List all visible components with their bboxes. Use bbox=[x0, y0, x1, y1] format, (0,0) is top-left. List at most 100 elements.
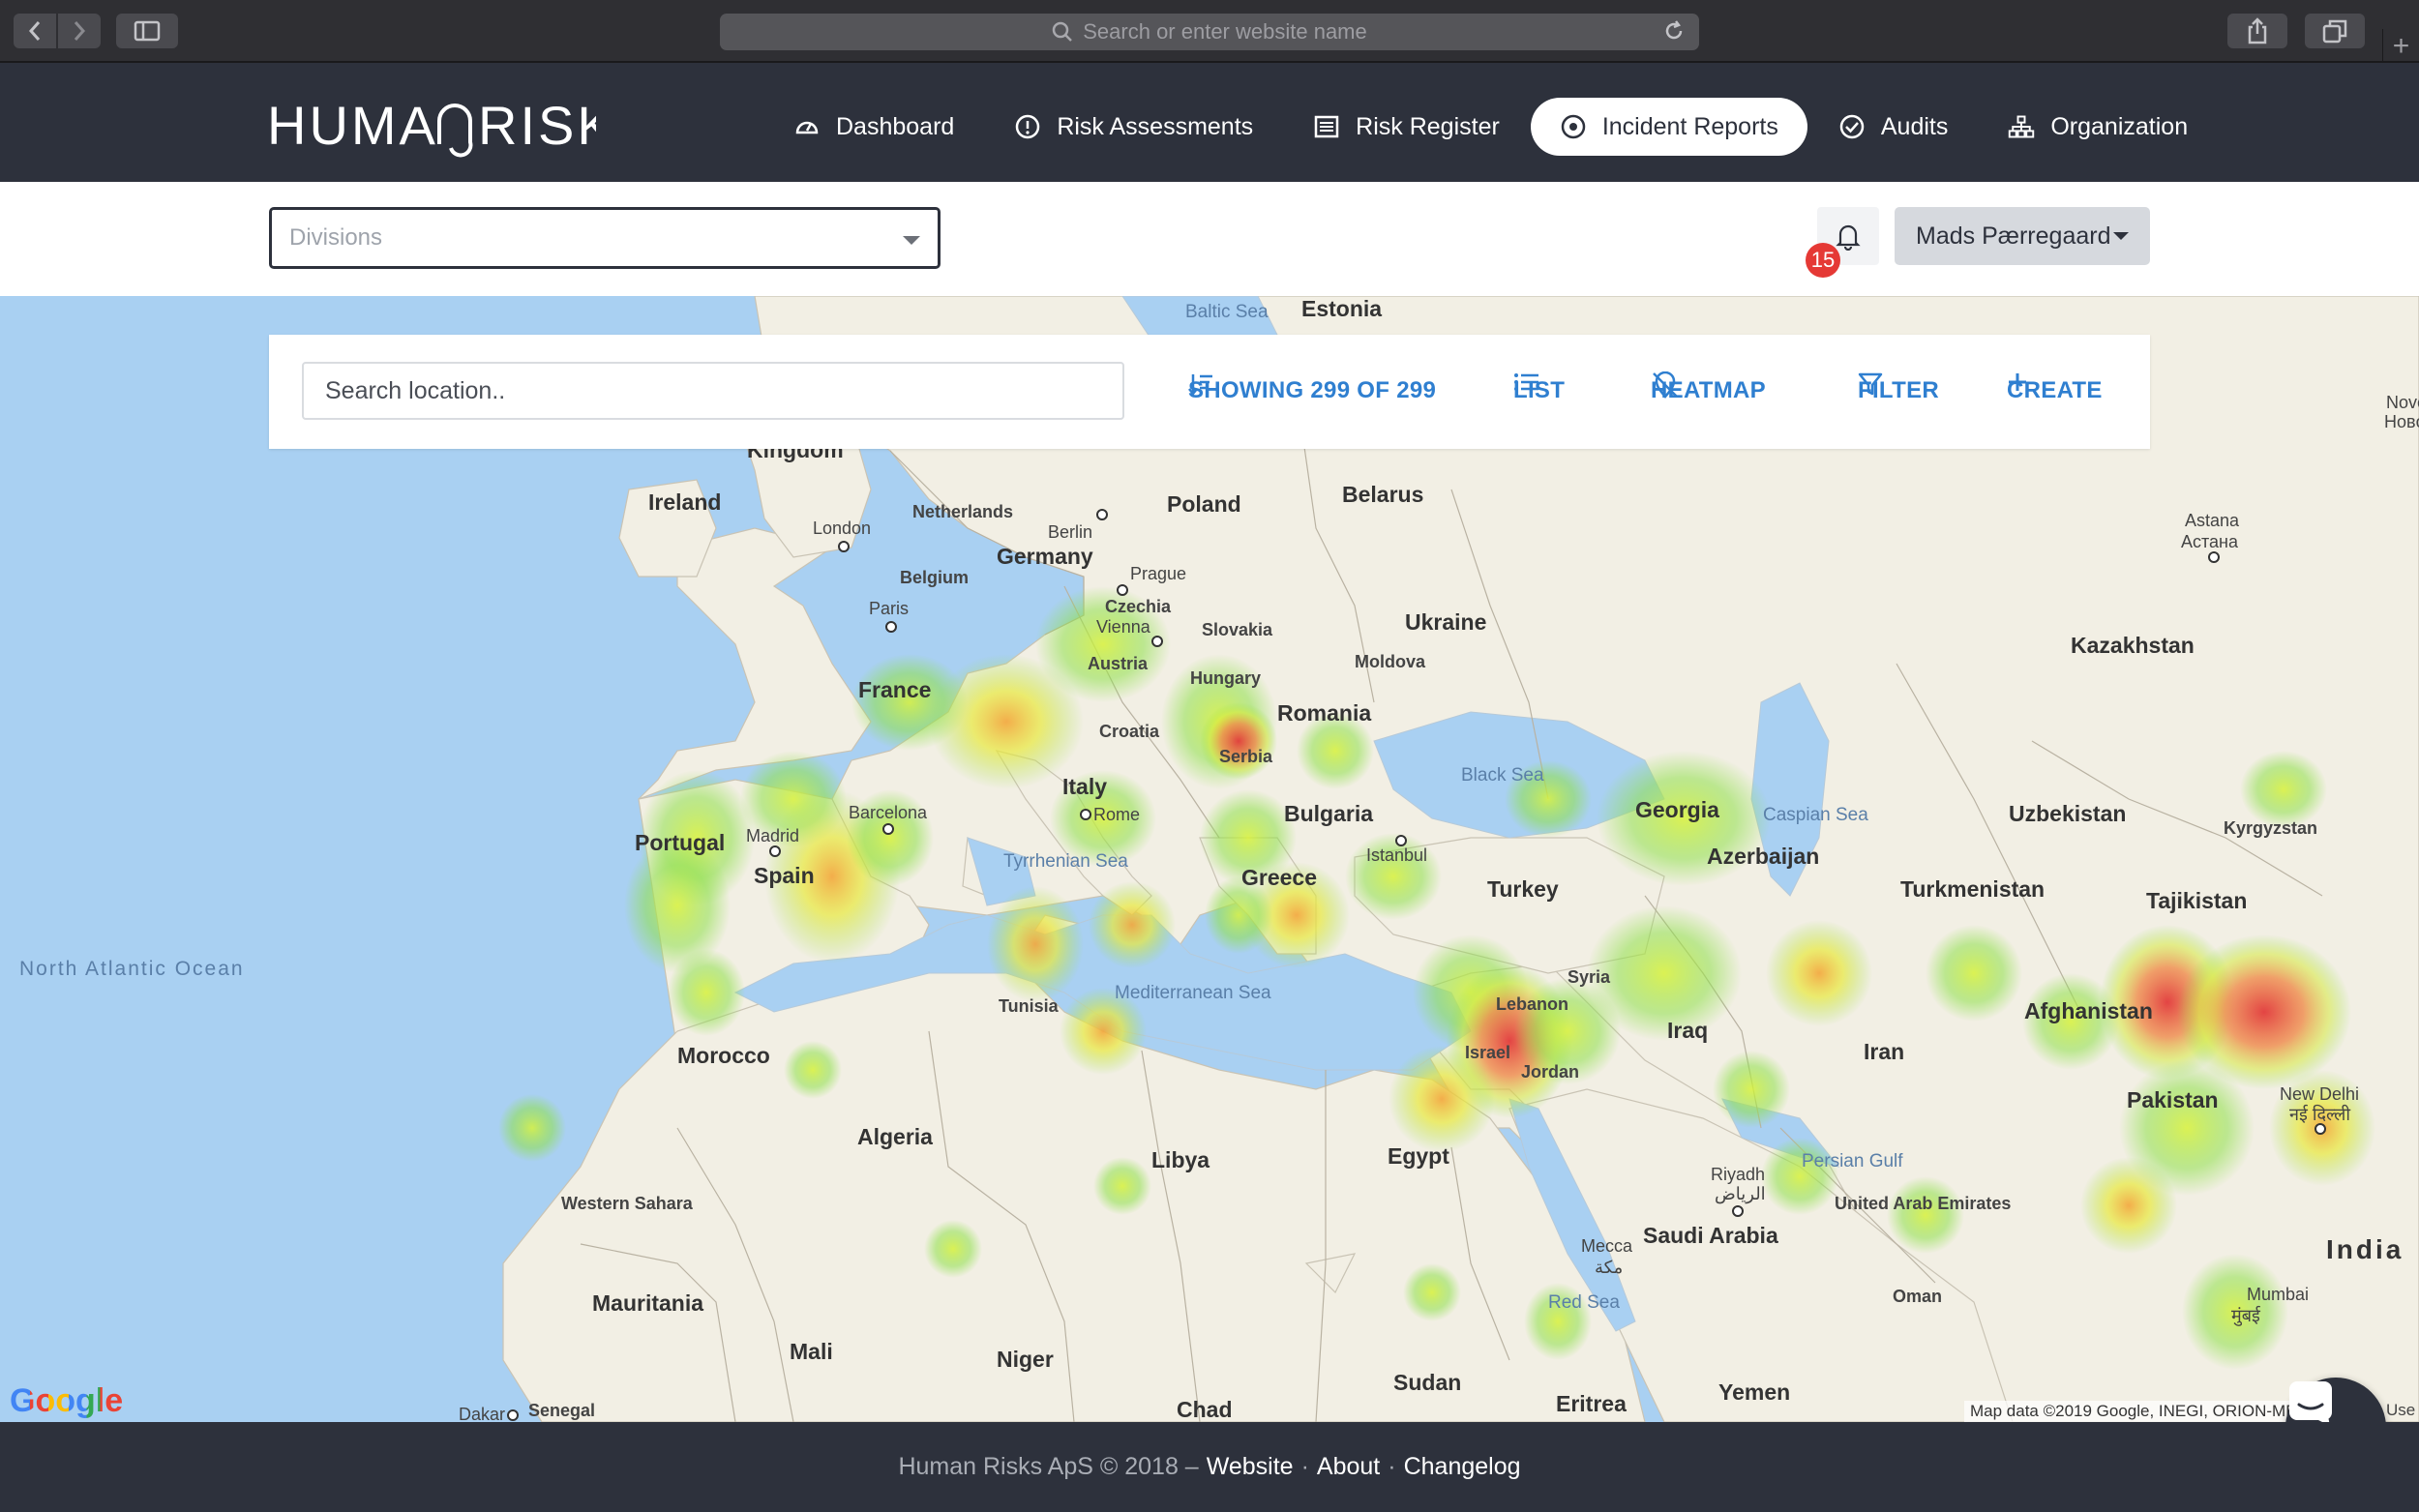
check-circle-icon bbox=[1838, 113, 1866, 140]
nav-dashboard[interactable]: Dashboard bbox=[764, 98, 983, 156]
map-label: Berlin bbox=[1048, 522, 1093, 542]
nav-risk-assessments[interactable]: Risk Assessments bbox=[985, 98, 1282, 156]
map-label: Portugal bbox=[635, 830, 726, 855]
map-label: Jordan bbox=[1521, 1062, 1580, 1082]
map-label: Belarus bbox=[1342, 482, 1424, 507]
map-label: Kazakhstan bbox=[2071, 633, 2195, 658]
nav-audits[interactable]: Audits bbox=[1809, 98, 1977, 156]
map-canvas bbox=[498, 296, 2419, 1422]
map-label: Riyadh bbox=[1711, 1165, 1766, 1184]
map-attribution: Map data ©2019 Google, INEGI, ORION-ME bbox=[1964, 1401, 2303, 1422]
attribution-text: Map data ©2019 Google, INEGI, ORION-ME bbox=[1970, 1402, 2297, 1420]
map-label: North Atlantic Ocean bbox=[19, 958, 245, 980]
map-label: Uzbekistan bbox=[2009, 801, 2127, 826]
map-label: Tunisia bbox=[999, 996, 1059, 1016]
new-tab-icon[interactable]: + bbox=[2382, 29, 2419, 63]
map-label: Ukraine bbox=[1405, 609, 1487, 635]
create-incident-button[interactable]: CREATE bbox=[2007, 371, 2106, 410]
reload-icon[interactable] bbox=[1662, 19, 1686, 43]
map-label: Saudi Arabia bbox=[1643, 1223, 1778, 1248]
address-placeholder: Search or enter website name bbox=[1083, 19, 1367, 44]
map-label: Novo bbox=[2386, 393, 2419, 412]
app-header: HUMA RISKS Dashboard Risk Assessments Ri… bbox=[0, 63, 2419, 182]
map-label: Bulgaria bbox=[1284, 801, 1374, 826]
map-label: Serbia bbox=[1219, 747, 1273, 766]
map-label: Niger bbox=[997, 1347, 1054, 1372]
map-label: Belgium bbox=[900, 568, 970, 587]
sub-header: Divisions 15 Mads Pærregaard bbox=[0, 182, 2419, 296]
map-label: Hungary bbox=[1190, 668, 1262, 688]
main-navigation: Dashboard Risk Assessments Risk Register… bbox=[764, 98, 2219, 156]
nav-label: Incident Reports bbox=[1601, 112, 1778, 140]
map-terms-link[interactable]: Use bbox=[2386, 1401, 2415, 1420]
map-label: Eritrea bbox=[1556, 1391, 1627, 1416]
chevron-left-icon bbox=[28, 21, 41, 41]
map-label: Greece bbox=[1241, 865, 1318, 890]
nav-risk-register[interactable]: Risk Register bbox=[1284, 98, 1529, 156]
heatmap-toggle-button[interactable]: HEATMAP bbox=[1651, 371, 1777, 410]
logo-mark: HUMA RISKS bbox=[267, 95, 652, 158]
map-label: الرياض bbox=[1715, 1184, 1766, 1203]
search-location-input[interactable]: Search location.. bbox=[302, 362, 1124, 420]
browser-back-button[interactable] bbox=[14, 14, 56, 48]
caret-down-icon bbox=[2113, 232, 2129, 240]
map-label: Baltic Sea bbox=[1185, 302, 1269, 322]
map-label: Moldova bbox=[1355, 652, 1426, 671]
map-label: Austria bbox=[1088, 654, 1149, 673]
list-view-button[interactable]: LIST bbox=[1513, 371, 1576, 410]
browser-forward-button[interactable] bbox=[58, 14, 101, 48]
map-label: Mecca bbox=[1581, 1236, 1633, 1256]
browser-address-bar[interactable]: Search or enter website name bbox=[720, 14, 1699, 50]
map-label: Kyrgyzstan bbox=[2224, 818, 2318, 838]
nav-label: Risk Register bbox=[1356, 112, 1500, 140]
map-label: Red Sea bbox=[1548, 1292, 1620, 1313]
footer-website-link[interactable]: Website bbox=[1207, 1453, 1294, 1481]
map-label: Western Sahara bbox=[561, 1194, 693, 1213]
map-label: Tyrrhenian Sea bbox=[1003, 851, 1128, 872]
map-label: Netherlands bbox=[912, 502, 1014, 521]
browser-toolbar: Search or enter website name + bbox=[0, 0, 2419, 63]
browser-sidebar-button[interactable] bbox=[116, 14, 178, 48]
map-label: Afghanistan bbox=[2024, 998, 2153, 1023]
browser-tabs-button[interactable] bbox=[2305, 14, 2365, 48]
map-label: Egypt bbox=[1388, 1143, 1449, 1169]
filter-button[interactable]: FILTER bbox=[1858, 371, 1951, 410]
svg-text:HUMA: HUMA bbox=[267, 95, 438, 156]
map-label: مكة bbox=[1595, 1258, 1624, 1277]
map-label: Mali bbox=[790, 1339, 833, 1364]
map-label: Dakar bbox=[459, 1405, 506, 1422]
browser-share-button[interactable] bbox=[2227, 14, 2287, 48]
map-label: Azerbaijan bbox=[1707, 844, 1820, 869]
nav-incident-reports[interactable]: Incident Reports bbox=[1530, 98, 1807, 156]
footer-about-link[interactable]: About bbox=[1317, 1453, 1380, 1481]
map-label: Madrid bbox=[746, 826, 800, 845]
footer-changelog-link[interactable]: Changelog bbox=[1404, 1453, 1521, 1481]
divisions-placeholder: Divisions bbox=[289, 224, 383, 251]
showing-sort-button[interactable]: SHOWING 299 OF 299 bbox=[1188, 371, 1448, 410]
user-menu-dropdown[interactable]: Mads Pærregaard bbox=[1895, 207, 2150, 265]
map-label: Ireland bbox=[648, 489, 722, 515]
map-label: London bbox=[813, 519, 872, 538]
map-label: Turkmenistan bbox=[1900, 876, 2046, 902]
map-label: Lebanon bbox=[1496, 994, 1568, 1014]
map-label: Caspian Sea bbox=[1763, 805, 1868, 825]
incident-map[interactable]: Estonia Baltic Sea Kingdom Ireland Londo… bbox=[0, 296, 2419, 1422]
nav-organization[interactable]: Organization bbox=[1979, 98, 2217, 156]
divisions-select[interactable]: Divisions bbox=[269, 207, 941, 269]
map-label: Slovakia bbox=[1202, 620, 1273, 639]
map-label: Morocco bbox=[677, 1043, 770, 1068]
notification-count-badge[interactable]: 15 bbox=[1806, 243, 1840, 278]
map-label: Vienna bbox=[1096, 617, 1150, 637]
map-label: Mauritania bbox=[592, 1290, 704, 1316]
footer-copyright: Human Risks ApS © 2018 – bbox=[898, 1453, 1199, 1480]
map-label: Poland bbox=[1167, 491, 1241, 517]
map-label: Estonia bbox=[1301, 296, 1383, 321]
google-logo[interactable]: Google bbox=[10, 1382, 123, 1420]
chat-icon bbox=[2289, 1381, 2332, 1422]
human-risks-logo[interactable]: HUMA RISKS bbox=[267, 92, 652, 174]
map-label: Tajikistan bbox=[2146, 888, 2248, 913]
map-label: Istanbul bbox=[1366, 845, 1428, 865]
bell-icon bbox=[1836, 224, 1861, 251]
search-icon bbox=[1053, 21, 1073, 42]
org-chart-icon bbox=[2008, 113, 2035, 140]
